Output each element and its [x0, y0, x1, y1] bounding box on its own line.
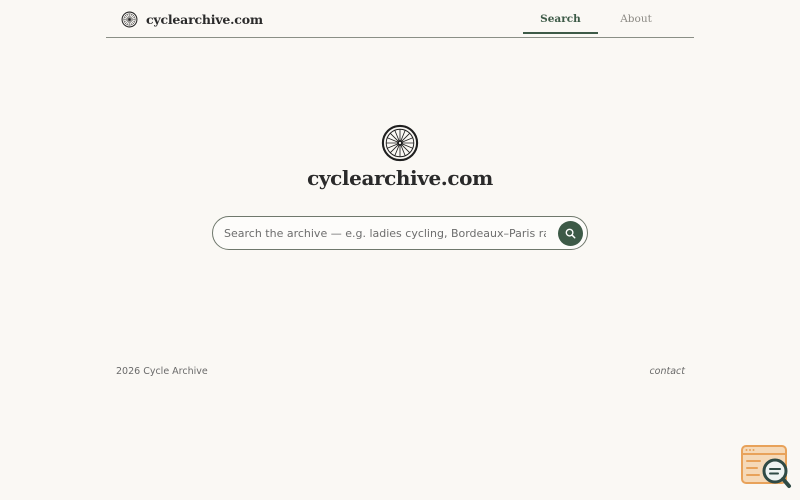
search-button[interactable] — [558, 221, 583, 246]
inspect-page-icon[interactable] — [740, 444, 792, 490]
search-icon — [565, 228, 576, 239]
search-bar — [212, 216, 588, 250]
wheel-icon — [121, 11, 138, 27]
nav-tab-search[interactable]: Search — [523, 0, 598, 38]
footer-copyright: 2026 Cycle Archive — [116, 366, 208, 377]
wheel-icon — [381, 124, 419, 162]
main-nav: Search About — [523, 0, 694, 38]
page: cyclearchive.com Search About cyclearchi… — [0, 0, 800, 500]
brand-name: cyclearchive.com — [146, 11, 263, 27]
top-header: cyclearchive.com Search About — [106, 0, 694, 38]
contact-link[interactable]: contact — [649, 366, 685, 377]
brand-link[interactable]: cyclearchive.com — [121, 10, 263, 28]
nav-tab-about[interactable]: About — [598, 0, 674, 38]
page-title: cyclearchive.com — [307, 166, 493, 190]
search-input[interactable] — [224, 217, 546, 249]
